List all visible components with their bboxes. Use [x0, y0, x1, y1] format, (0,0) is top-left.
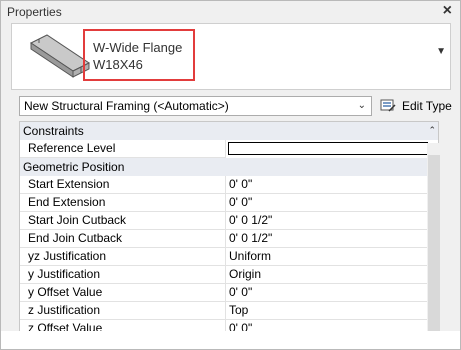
- group-geometric-position[interactable]: Geometric Position ⌃: [20, 158, 438, 176]
- highlight-box: [83, 29, 195, 81]
- property-row-start-extension: Start Extension 0' 0": [20, 176, 438, 194]
- property-name: End Join Cutback: [20, 230, 226, 248]
- panel-title: Properties: [7, 5, 62, 19]
- property-row-z-justification: z Justification Top: [20, 302, 438, 320]
- instance-filter-dropdown[interactable]: New Structural Framing (<Automatic>) ⌄: [19, 96, 372, 116]
- collapse-icon[interactable]: ⌃: [428, 125, 436, 136]
- property-value[interactable]: 0' 0 1/2": [226, 230, 438, 248]
- property-row-reference-level: Reference Level: [20, 140, 438, 158]
- property-value[interactable]: Uniform: [226, 248, 438, 266]
- property-row-start-join-cutback: Start Join Cutback 0' 0 1/2": [20, 212, 438, 230]
- property-value[interactable]: Origin: [226, 266, 438, 284]
- property-value[interactable]: 0' 0": [226, 194, 438, 212]
- edit-type-label: Edit Type: [402, 99, 452, 113]
- close-icon[interactable]: ×: [443, 2, 452, 20]
- group-label: Constraints: [23, 124, 84, 138]
- property-value[interactable]: Top: [226, 302, 438, 320]
- property-row-y-justification: y Justification Origin: [20, 266, 438, 284]
- property-name: End Extension: [20, 194, 226, 212]
- vertical-scrollbar[interactable]: [427, 143, 441, 349]
- property-value[interactable]: 0' 0": [226, 284, 438, 302]
- property-name: y Offset Value: [20, 284, 226, 302]
- chevron-down-icon: ⌄: [357, 100, 366, 111]
- reference-level-field[interactable]: [228, 142, 428, 155]
- properties-grid: Constraints ⌃ Reference Level Geometric …: [19, 121, 439, 349]
- property-value[interactable]: 0' 0": [226, 176, 438, 194]
- edit-type-icon: [380, 99, 396, 112]
- property-name: Start Extension: [20, 176, 226, 194]
- title-bar: Properties ×: [1, 1, 460, 22]
- type-selector[interactable]: W-Wide Flange W18X46 ▼: [11, 23, 451, 90]
- group-label: Geometric Position: [23, 160, 125, 174]
- torn-edge: [1, 331, 460, 349]
- property-name: y Justification: [20, 266, 226, 284]
- properties-panel: Properties × W-Wide Flange W18X46 ▼ New …: [0, 0, 461, 350]
- property-name: yz Justification: [20, 248, 226, 266]
- property-row-yz-justification: yz Justification Uniform: [20, 248, 438, 266]
- edit-type-button[interactable]: Edit Type: [380, 96, 452, 116]
- group-constraints[interactable]: Constraints ⌃: [20, 122, 438, 140]
- scrollbar-thumb[interactable]: [428, 155, 440, 349]
- property-name: Start Join Cutback: [20, 212, 226, 230]
- instance-filter-value: New Structural Framing (<Automatic>): [24, 99, 229, 113]
- property-row-end-join-cutback: End Join Cutback 0' 0 1/2": [20, 230, 438, 248]
- property-name: z Justification: [20, 302, 226, 320]
- property-value[interactable]: 0' 0 1/2": [226, 212, 438, 230]
- type-selector-arrow-icon[interactable]: ▼: [436, 46, 446, 57]
- property-row-y-offset-value: y Offset Value 0' 0": [20, 284, 438, 302]
- property-row-end-extension: End Extension 0' 0": [20, 194, 438, 212]
- property-name: Reference Level: [20, 140, 226, 158]
